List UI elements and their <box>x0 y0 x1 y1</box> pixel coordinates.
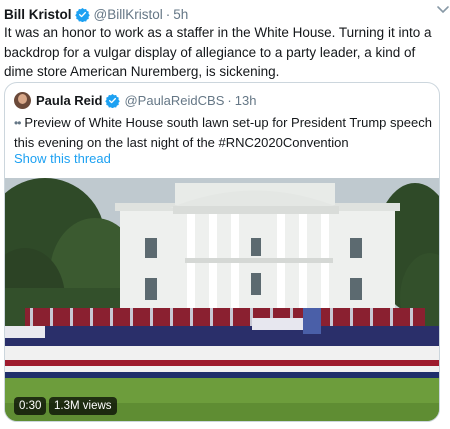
video-duration-badge: 0:30 <box>14 397 47 415</box>
quoted-tweet-timestamp[interactable]: 13h <box>235 93 257 108</box>
chevron-down-icon[interactable] <box>436 4 450 16</box>
verified-badge-icon <box>74 7 90 22</box>
avatar[interactable] <box>14 91 31 109</box>
tweet-timestamp[interactable]: 5h <box>173 7 188 22</box>
tweet-header: Bill Kristol @BillKristol · 5h <box>4 4 440 24</box>
quoted-tweet-header: Paula Reid @PaulaReidCBS · 13h <box>14 91 256 109</box>
show-thread-link[interactable]: Show this thread <box>14 151 111 166</box>
author-handle[interactable]: @BillKristol <box>94 7 163 22</box>
thread-dots-icon: •• <box>14 116 21 130</box>
quoted-tweet-card[interactable]: Paula Reid @PaulaReidCBS · 13h •• Preview… <box>4 82 440 422</box>
quoted-author-handle[interactable]: @PaulaReidCBS <box>124 93 224 108</box>
video-frame-image <box>5 178 439 421</box>
tweet[interactable]: Bill Kristol @BillKristol · 5h It was an… <box>0 0 450 429</box>
separator-dot: · <box>227 92 232 108</box>
video-views-badge: 1.3M views <box>49 397 117 415</box>
author-name[interactable]: Bill Kristol <box>4 7 72 22</box>
video-player[interactable] <box>5 178 439 421</box>
quoted-tweet-text: •• Preview of White House south lawn set-… <box>14 113 432 152</box>
verified-badge-icon <box>105 93 121 108</box>
quoted-author-name[interactable]: Paula Reid <box>36 93 102 108</box>
separator-dot: · <box>165 6 171 22</box>
quoted-tweet-body: Preview of White House south lawn set-up… <box>14 115 432 150</box>
tweet-text: It was an honor to work as a staffer in … <box>4 25 432 79</box>
